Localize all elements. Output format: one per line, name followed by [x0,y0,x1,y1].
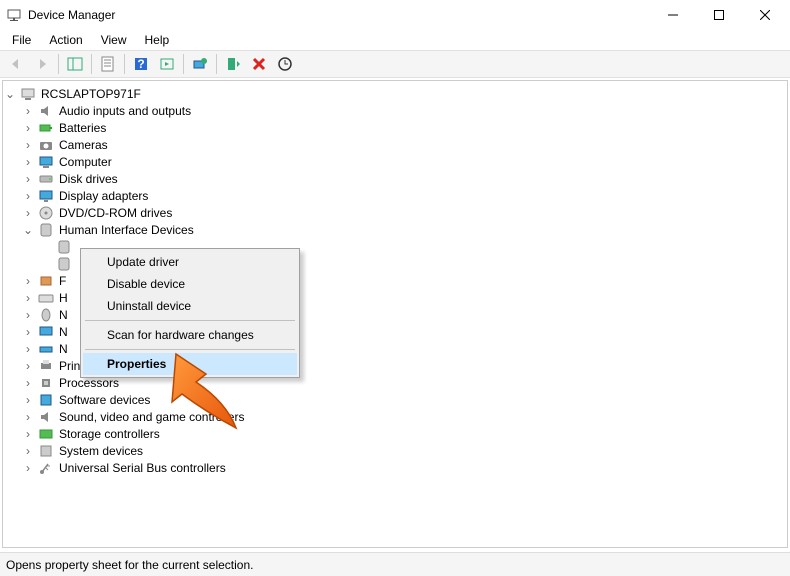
tree-item[interactable]: ›Universal Serial Bus controllers [21,459,787,476]
chevron-right-icon[interactable]: › [21,308,35,322]
tree-item[interactable]: ›System devices [21,442,787,459]
menu-file[interactable]: File [4,31,39,49]
toolbar-separator [124,54,125,74]
camera-icon [38,137,54,153]
enable-device-button[interactable] [221,52,245,76]
chevron-right-icon[interactable]: › [21,427,35,441]
monitor-icon [38,324,54,340]
chevron-right-icon[interactable]: › [21,172,35,186]
menu-action[interactable]: Action [41,31,90,49]
menu-help[interactable]: Help [137,31,178,49]
chevron-right-icon[interactable]: › [21,104,35,118]
battery-icon [38,120,54,136]
usb-icon [38,460,54,476]
chevron-right-icon[interactable]: › [21,155,35,169]
tree-item[interactable]: ›Computer [21,153,787,170]
help-button[interactable]: ? [129,52,153,76]
chevron-right-icon[interactable]: › [21,189,35,203]
chevron-right-icon[interactable]: › [21,376,35,390]
menu-view[interactable]: View [93,31,135,49]
chevron-right-icon[interactable]: › [21,325,35,339]
scan-hardware-button[interactable] [273,52,297,76]
svg-text:?: ? [137,57,144,71]
audio-icon [38,103,54,119]
ctx-properties[interactable]: Properties [83,353,297,375]
chevron-right-icon[interactable]: › [21,274,35,288]
chevron-right-icon[interactable]: › [21,461,35,475]
system-icon [38,443,54,459]
chevron-down-icon[interactable]: ⌄ [21,223,35,237]
title-bar: Device Manager [0,0,790,30]
forward-button[interactable] [30,52,54,76]
chevron-right-icon[interactable]: › [21,444,35,458]
chevron-right-icon[interactable]: › [21,291,35,305]
chevron-right-icon[interactable]: › [21,359,35,373]
chevron-down-icon[interactable]: ⌄ [3,87,17,101]
uninstall-device-button[interactable] [247,52,271,76]
chevron-right-icon[interactable]: › [21,393,35,407]
toolbar: ? [0,50,790,78]
disk-icon [38,171,54,187]
ctx-disable-device[interactable]: Disable device [83,273,297,295]
hid-icon [56,256,72,272]
dvd-icon [38,205,54,221]
tree-item[interactable]: ›Audio inputs and outputs [21,102,787,119]
chevron-right-icon[interactable]: › [21,206,35,220]
toolbar-separator [216,54,217,74]
maximize-button[interactable] [696,0,742,30]
tree-item[interactable]: ›Storage controllers [21,425,787,442]
tree-item[interactable]: ›Disk drives [21,170,787,187]
keyboard-icon [38,290,54,306]
tree-item[interactable]: ›Sound, video and game controllers [21,408,787,425]
network-icon [38,341,54,357]
hid-icon [38,222,54,238]
back-button[interactable] [4,52,28,76]
tree-item-expanded[interactable]: ⌄Human Interface Devices [21,221,787,238]
properties-button[interactable] [96,52,120,76]
computer-icon [38,154,54,170]
cpu-icon [38,375,54,391]
software-icon [38,392,54,408]
chevron-right-icon[interactable]: › [21,121,35,135]
update-driver-button[interactable] [188,52,212,76]
tree-item[interactable]: ›Cameras [21,136,787,153]
ctx-separator [85,320,295,321]
computer-icon [20,86,36,102]
ctx-update-driver[interactable]: Update driver [83,251,297,273]
display-icon [38,188,54,204]
chevron-right-icon[interactable]: › [21,342,35,356]
chevron-right-icon[interactable]: › [21,138,35,152]
hid-icon [56,239,72,255]
action-button[interactable] [155,52,179,76]
storage-icon [38,426,54,442]
toolbar-separator [58,54,59,74]
status-bar: Opens property sheet for the current sel… [0,552,790,576]
tree-item[interactable]: ›Display adapters [21,187,787,204]
chevron-right-icon[interactable]: › [21,410,35,424]
device-icon [38,273,54,289]
close-button[interactable] [742,0,788,30]
context-menu: Update driver Disable device Uninstall d… [80,248,300,378]
tree-root[interactable]: ⌄ RCSLAPTOP971F [3,85,787,102]
sound-icon [38,409,54,425]
ctx-uninstall-device[interactable]: Uninstall device [83,295,297,317]
minimize-button[interactable] [650,0,696,30]
app-icon [6,7,22,23]
toolbar-separator [183,54,184,74]
tree-item[interactable]: ›DVD/CD-ROM drives [21,204,787,221]
toolbar-separator [91,54,92,74]
ctx-separator [85,349,295,350]
show-hide-tree-button[interactable] [63,52,87,76]
menu-bar: File Action View Help [0,30,790,50]
tree-root-label: RCSLAPTOP971F [39,87,143,101]
window-title: Device Manager [28,8,650,22]
tree-item[interactable]: ›Batteries [21,119,787,136]
tree-item[interactable]: ›Software devices [21,391,787,408]
mouse-icon [38,307,54,323]
status-text: Opens property sheet for the current sel… [6,558,253,572]
printer-icon [38,358,54,374]
ctx-scan-hardware[interactable]: Scan for hardware changes [83,324,297,346]
